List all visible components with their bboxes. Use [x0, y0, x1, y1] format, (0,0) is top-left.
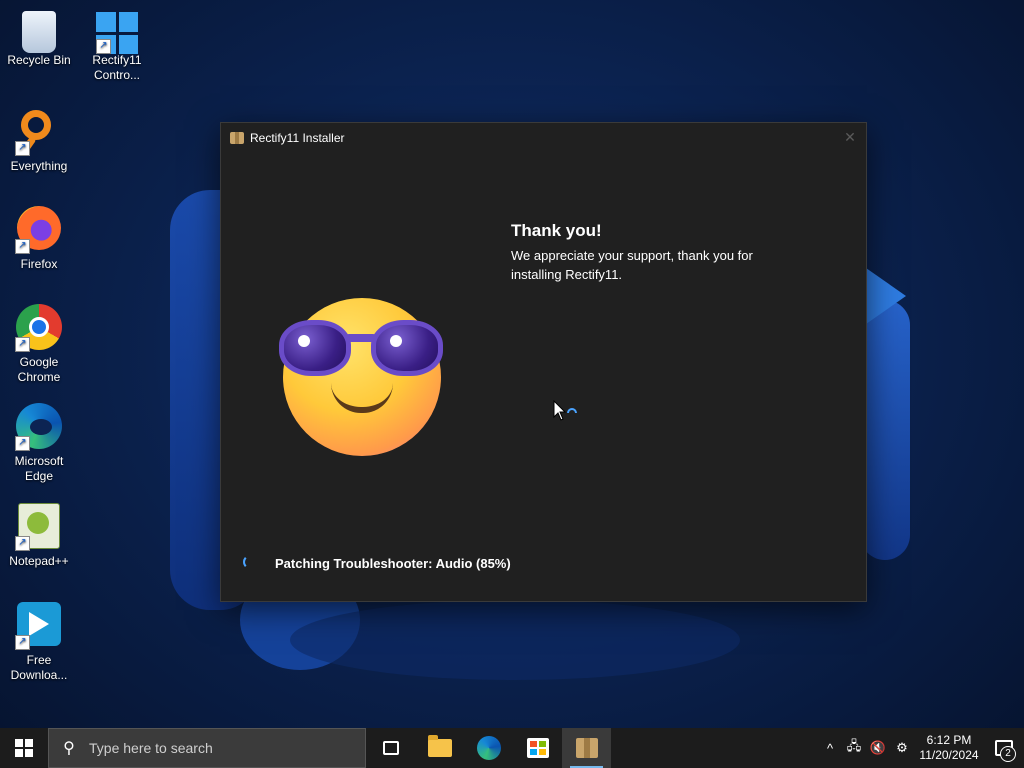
- desktop-icon-everything[interactable]: ↗ Everything: [1, 108, 77, 174]
- settings-gear-icon[interactable]: ⚙: [890, 740, 914, 756]
- wallpaper-bloom-shadow: [290, 600, 740, 680]
- emoji-smile: [331, 383, 393, 413]
- shortcut-arrow-icon: ↗: [15, 436, 30, 451]
- taskbar-clock[interactable]: 6:12 PM 11/20/2024: [914, 733, 984, 763]
- sunglasses-emoji-icon: [279, 298, 443, 456]
- taskbar-search-box[interactable]: ⚲ Type here to search: [48, 728, 366, 768]
- shortcut-arrow-icon: ↗: [96, 39, 111, 54]
- installer-title: Rectify11 Installer: [250, 131, 345, 145]
- wallpaper-bloom-right: [860, 300, 910, 560]
- taskbar: ⚲ Type here to search ^ 🖧 🔇 ⚙ 6:12 PM 11…: [0, 728, 1024, 768]
- shortcut-arrow-icon: ↗: [15, 337, 30, 352]
- shortcut-arrow-icon: ↗: [15, 239, 30, 254]
- everything-search-icon: ↗: [15, 108, 63, 156]
- desktop-icon-google-chrome[interactable]: ↗ Google Chrome: [1, 304, 77, 385]
- install-status-text: Patching Troubleshooter: Audio (85%): [275, 556, 511, 571]
- desktop-icon-microsoft-edge[interactable]: ↗ Microsoft Edge: [1, 403, 77, 484]
- edge-taskbar-button[interactable]: [464, 728, 513, 768]
- edge-icon: ↗: [15, 403, 63, 451]
- desktop-icon-label: Microsoft Edge: [14, 454, 64, 483]
- microsoft-store-button[interactable]: [513, 728, 562, 768]
- desktop-icon-firefox[interactable]: ↗ Firefox: [1, 206, 77, 272]
- desktop-icon-label: Recycle Bin: [7, 53, 71, 67]
- task-view-icon: [382, 741, 399, 755]
- action-center-button[interactable]: 2: [984, 728, 1024, 768]
- sunglasses: [279, 320, 445, 380]
- search-icon: ⚲: [63, 740, 75, 757]
- shortcut-arrow-icon: ↗: [15, 141, 30, 156]
- desktop-icon-label: Firefox: [20, 257, 58, 271]
- installer-titlebar[interactable]: Rectify11 Installer ✕: [221, 123, 866, 153]
- desktop-icon-free-download-manager[interactable]: ↗ Free Downloa...: [1, 602, 77, 683]
- desktop-icon-label: Google Chrome: [17, 355, 61, 384]
- installer-package-icon: [230, 132, 244, 144]
- system-tray: ^ 🖧 🔇 ⚙ 6:12 PM 11/20/2024 2: [818, 728, 1024, 768]
- desktop-icon-notepad-plus-plus[interactable]: ↗ Notepad++: [1, 503, 77, 569]
- notification-count-badge: 2: [1000, 746, 1016, 762]
- shortcut-arrow-icon: ↗: [15, 536, 30, 551]
- rectify11-installer-icon: [575, 738, 598, 758]
- desktop-icon-label: Free Downloa...: [10, 653, 68, 682]
- edge-icon: [476, 736, 501, 760]
- task-view-button[interactable]: [366, 728, 415, 768]
- progress-spinner-icon: [243, 555, 257, 569]
- volume-muted-icon[interactable]: 🔇: [866, 740, 890, 756]
- network-icon[interactable]: 🖧: [842, 737, 866, 759]
- desktop-icon-label: Rectify11 Contro...: [92, 53, 142, 82]
- firefox-icon: ↗: [15, 206, 63, 254]
- rectify11-control-panel-icon: ↗: [96, 12, 138, 54]
- microsoft-store-icon: [526, 738, 549, 758]
- file-explorer-button[interactable]: [415, 728, 464, 768]
- desktop-icon-recycle-bin[interactable]: Recycle Bin: [1, 8, 77, 68]
- windows-logo-icon: [15, 739, 33, 757]
- desktop-icon-label: Everything: [10, 159, 68, 173]
- desktop-icon-label: Notepad++: [9, 554, 69, 568]
- free-download-manager-icon: ↗: [15, 602, 63, 650]
- start-button[interactable]: [0, 728, 48, 768]
- wallpaper-bloom-tip: [866, 268, 906, 324]
- thank-you-heading: Thank you!: [511, 221, 602, 240]
- desktop-icon-rectify11-control[interactable]: ↗ Rectify11 Contro...: [79, 8, 155, 83]
- clock-time: 6:12 PM: [926, 733, 972, 747]
- shortcut-arrow-icon: ↗: [15, 635, 30, 650]
- notepad-plus-plus-icon: ↗: [15, 503, 63, 551]
- thank-you-message: We appreciate your support, thank you fo…: [511, 248, 753, 282]
- file-explorer-icon: [427, 735, 452, 757]
- show-hidden-icons-chevron-icon[interactable]: ^: [818, 741, 842, 756]
- clock-date: 11/20/2024: [919, 748, 979, 762]
- recycle-bin-icon: [22, 11, 56, 53]
- close-button[interactable]: ✕: [842, 129, 858, 145]
- chrome-icon: ↗: [15, 304, 63, 352]
- search-placeholder: Type here to search: [89, 740, 213, 756]
- installer-window: Rectify11 Installer ✕ Thank you! We appr…: [220, 122, 867, 602]
- rectify11-installer-taskbar-button[interactable]: [562, 728, 611, 768]
